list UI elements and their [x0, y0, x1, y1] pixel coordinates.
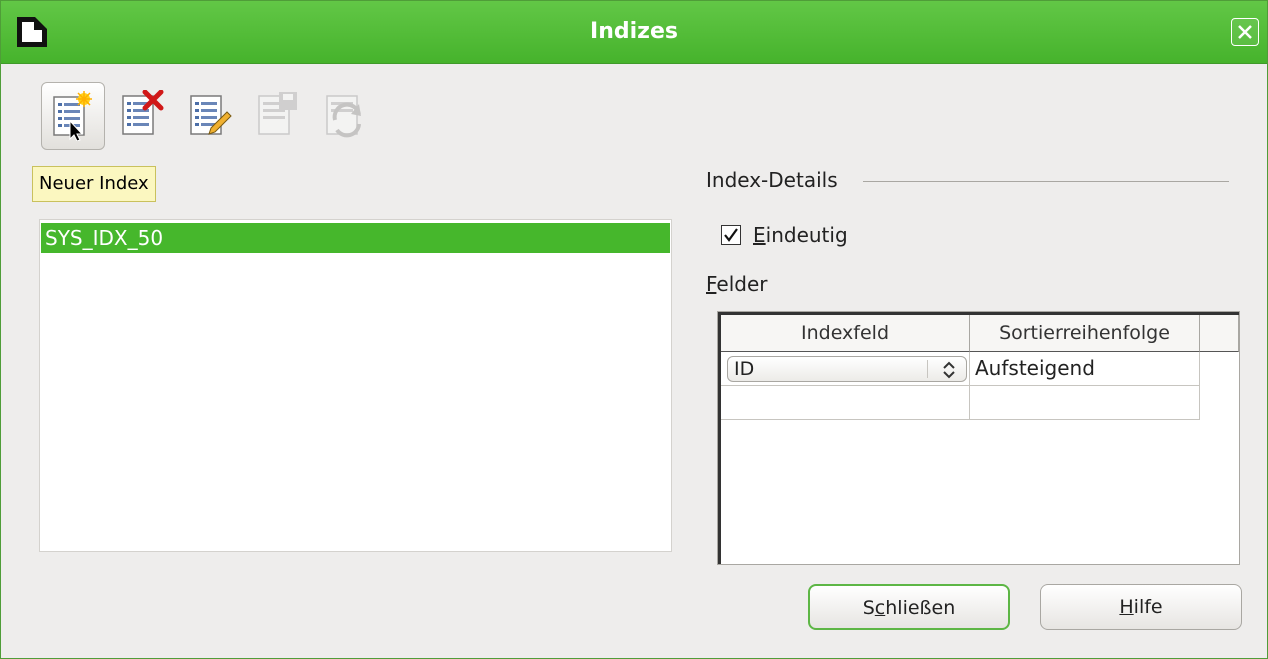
field-combobox-value: ID: [734, 358, 755, 380]
title-bar[interactable]: Indizes: [1, 1, 1267, 64]
save-index-icon: [258, 92, 297, 135]
spin-arrows-icon[interactable]: [942, 360, 956, 380]
close-label-mnemonic: c: [874, 597, 886, 619]
help-label-mnemonic: H: [1119, 596, 1134, 618]
fields-table[interactable]: Indexfeld Sortierreihenfolge ID Aufsteig…: [717, 311, 1240, 565]
column-header-indexfeld[interactable]: Indexfeld: [721, 315, 970, 352]
rename-index-icon: [190, 95, 232, 135]
table-cell-field[interactable]: [721, 386, 970, 420]
delete-index-icon: [122, 90, 164, 135]
unique-checkbox[interactable]: [721, 225, 741, 245]
help-label-rest: ilfe: [1133, 596, 1163, 618]
tooltip-new-index: Neuer Index: [32, 166, 156, 202]
fields-mnemonic: F: [706, 272, 717, 296]
combobox-separator: [927, 360, 928, 378]
close-button[interactable]: [1231, 18, 1259, 46]
window-title: Indizes: [590, 19, 678, 44]
close-icon: [1238, 25, 1252, 39]
indizes-dialog: Indizes Neuer Index SYS_IDX_50 Index-Det…: [0, 0, 1268, 659]
fields-label-rest: elder: [716, 272, 768, 296]
reset-index-icon: [326, 95, 361, 138]
new-index-icon: [53, 91, 92, 141]
table-cell-order[interactable]: Aufsteigend: [970, 352, 1200, 386]
index-details-label: Index-Details: [706, 168, 838, 192]
close-label-before: S: [862, 597, 875, 619]
group-separator: [863, 181, 1229, 182]
rename-index-button[interactable]: [179, 82, 239, 146]
fields-label: Felder: [706, 272, 768, 296]
unique-checkbox-label[interactable]: Eindeutig: [753, 223, 848, 247]
table-cell-order[interactable]: [970, 386, 1200, 420]
unique-mnemonic: E: [753, 223, 766, 247]
close-label-after: hließen: [885, 597, 956, 619]
reset-index-button[interactable]: [315, 82, 375, 146]
column-header-sortierreihenfolge[interactable]: Sortierreihenfolge: [970, 315, 1200, 352]
table-cell-field[interactable]: ID: [721, 352, 970, 386]
delete-index-button[interactable]: [111, 82, 171, 146]
column-header-spacer: [1200, 315, 1239, 352]
unique-label-rest: indeutig: [765, 223, 848, 247]
checkmark-icon: [724, 228, 738, 242]
save-index-button[interactable]: [247, 82, 307, 146]
index-list[interactable]: SYS_IDX_50: [39, 219, 672, 552]
help-button[interactable]: Hilfe: [1040, 584, 1242, 630]
list-item[interactable]: SYS_IDX_50: [41, 223, 670, 253]
new-index-button[interactable]: [41, 82, 105, 150]
close-dialog-button[interactable]: Schließen: [808, 584, 1010, 630]
field-combobox[interactable]: ID: [727, 356, 967, 382]
